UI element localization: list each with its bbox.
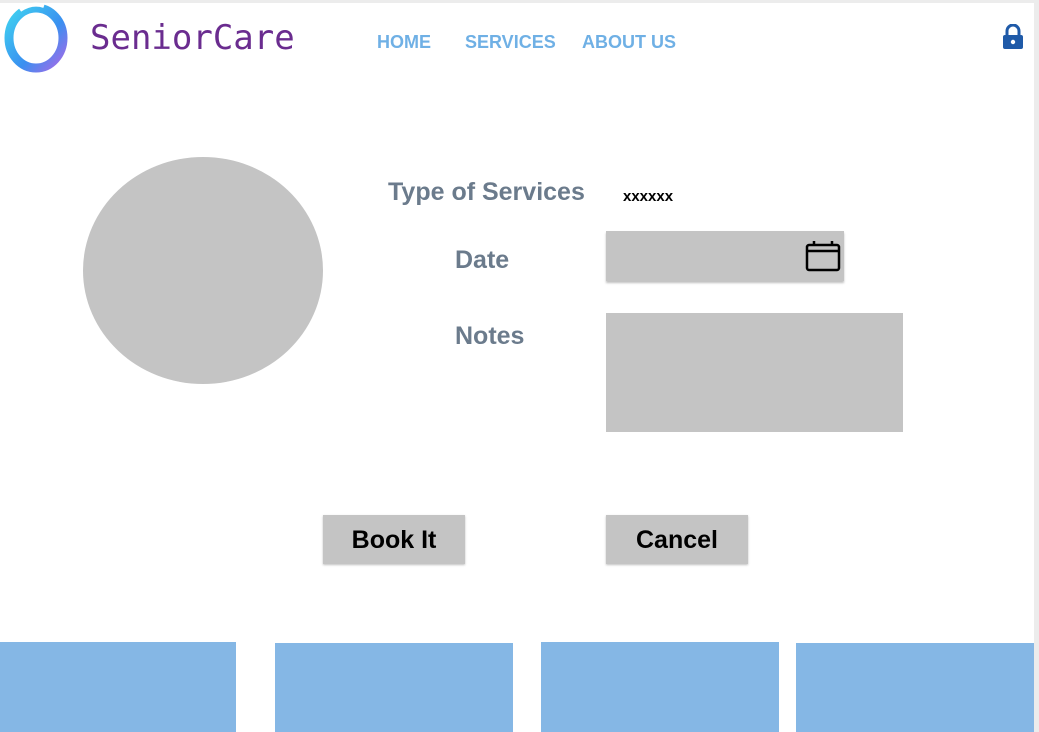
lock-icon[interactable]: [1001, 24, 1025, 50]
type-of-services-label: Type of Services: [388, 178, 585, 206]
nav-home[interactable]: HOME: [377, 32, 431, 53]
cancel-button[interactable]: Cancel: [606, 515, 748, 564]
notes-label: Notes: [455, 322, 525, 350]
footer-tile[interactable]: [541, 642, 779, 732]
footer-tile[interactable]: [275, 643, 513, 732]
notes-field[interactable]: [606, 313, 903, 432]
footer-tile[interactable]: [796, 643, 1034, 732]
footer-tile[interactable]: [0, 642, 236, 732]
logo-ring-icon: [4, 2, 68, 73]
avatar-placeholder: [83, 157, 323, 384]
nav-about-us[interactable]: ABOUT US: [582, 32, 676, 53]
logo-text: SeniorCare: [90, 18, 295, 58]
calendar-icon[interactable]: [805, 240, 841, 272]
book-it-button[interactable]: Book It: [323, 515, 465, 564]
date-field[interactable]: [606, 231, 844, 281]
window-scrollbar-track: [1034, 0, 1039, 732]
nav-services[interactable]: SERVICES: [465, 32, 556, 53]
date-label: Date: [455, 246, 510, 274]
logo[interactable]: SeniorCare: [0, 2, 300, 74]
type-of-services-value[interactable]: xxxxxx: [623, 188, 673, 205]
